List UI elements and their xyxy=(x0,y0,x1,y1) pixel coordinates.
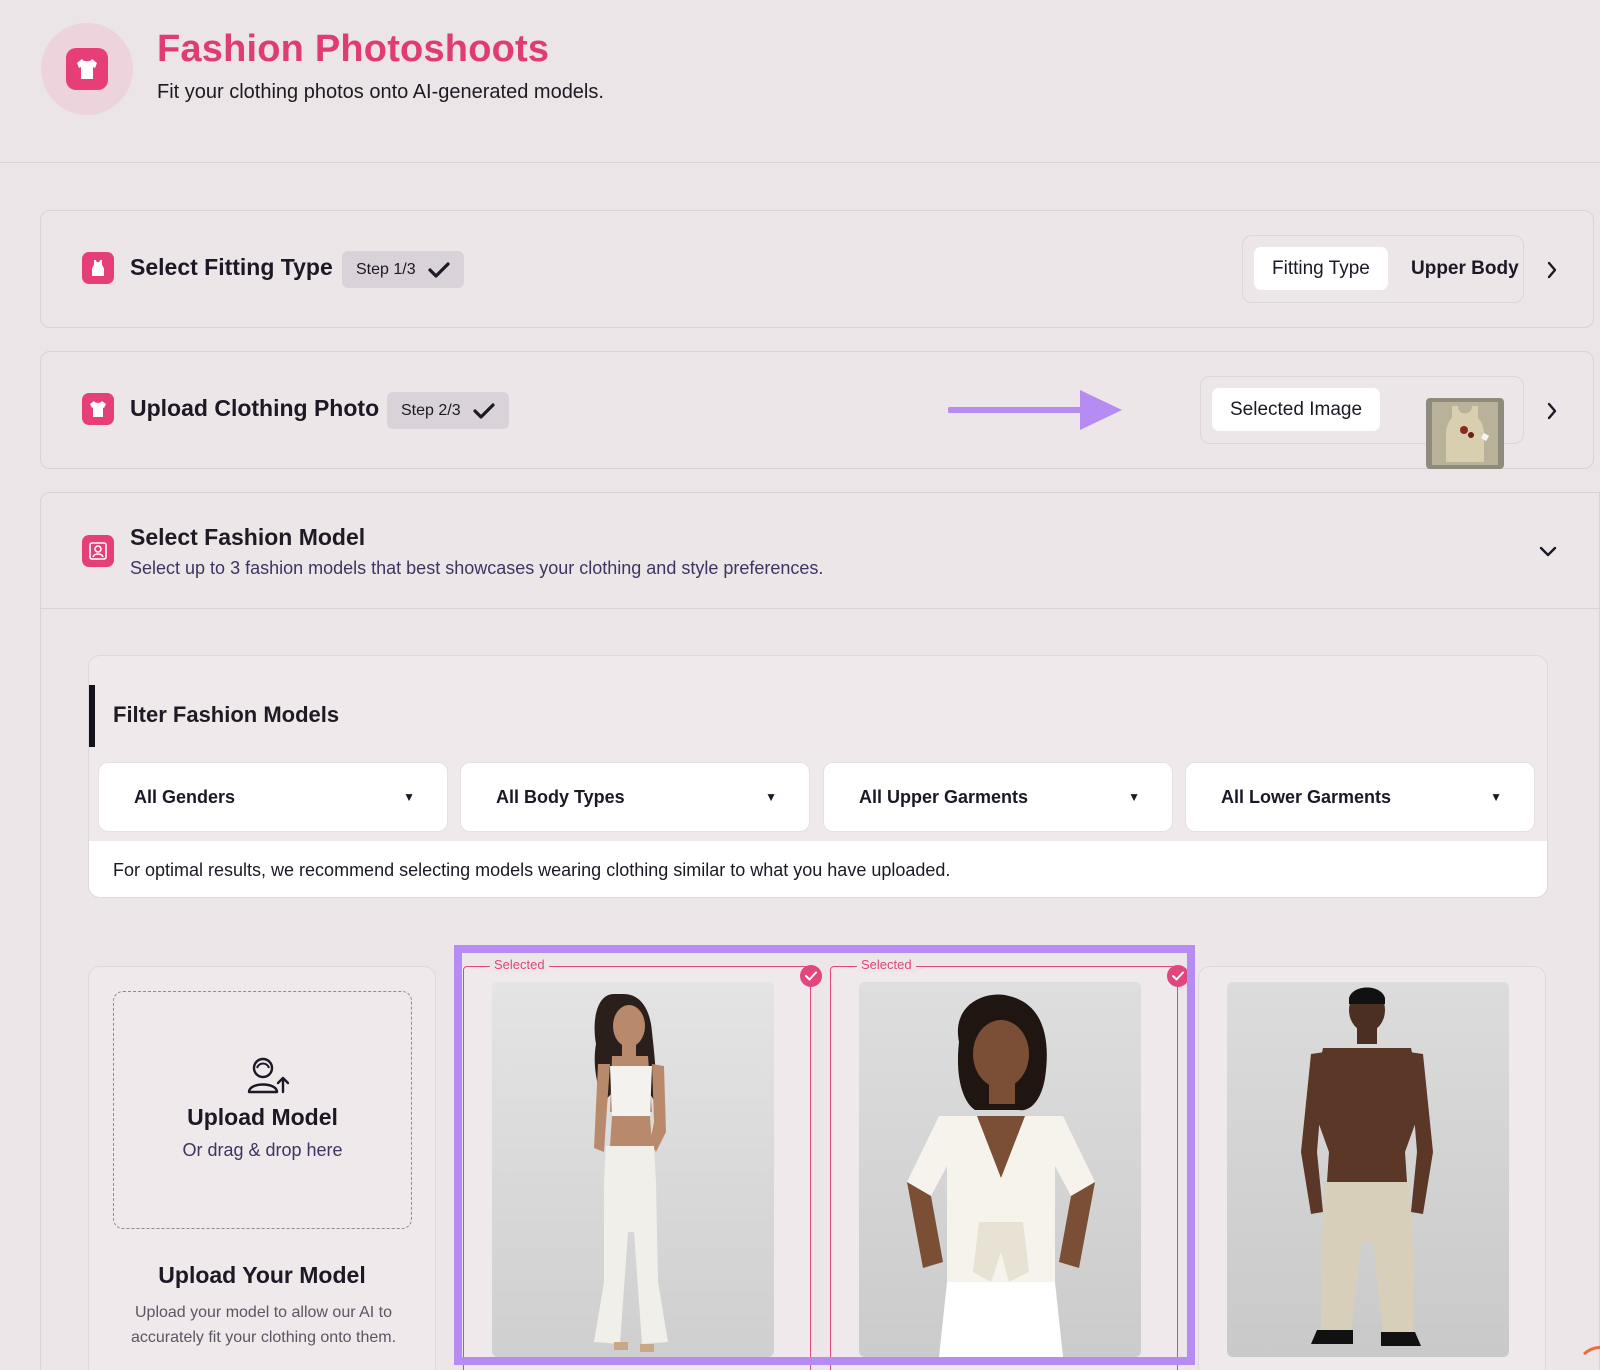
body-type-select[interactable]: All Body Types ▼ xyxy=(460,762,810,832)
selected-label: Selected xyxy=(857,957,916,972)
shirt-icon xyxy=(82,393,114,425)
step-badge-label: Step 2/3 xyxy=(401,401,461,419)
check-icon xyxy=(428,261,450,279)
step-fitting-type[interactable]: Select Fitting Type Step 1/3 Fitting Typ… xyxy=(40,210,1594,328)
clothing-summary: Selected Image xyxy=(1200,376,1524,469)
caret-down-icon: ▼ xyxy=(403,790,415,804)
step-badge: Step 1/3 xyxy=(342,251,464,288)
caret-down-icon: ▼ xyxy=(1128,790,1140,804)
caret-down-icon: ▼ xyxy=(765,790,777,804)
tank-top-icon xyxy=(82,252,114,284)
model-section-header[interactable]: Select Fashion Model Select up to 3 fash… xyxy=(41,493,1600,609)
select-value: All Genders xyxy=(134,786,236,807)
accent-bar xyxy=(89,685,95,747)
chevron-right-icon[interactable] xyxy=(1540,258,1564,282)
summary-value: Upper Body xyxy=(1411,257,1519,279)
step-badge-label: Step 1/3 xyxy=(356,260,416,278)
filter-panel: Filter Fashion Models All Genders ▼ All … xyxy=(88,655,1548,898)
fitting-summary: Fitting Type Upper Body xyxy=(1242,235,1524,303)
check-icon xyxy=(473,402,495,420)
select-value: All Upper Garments xyxy=(859,786,1029,807)
check-circle-icon xyxy=(1167,965,1189,987)
step-title: Upload Clothing Photo xyxy=(130,395,380,421)
upload-drop-zone[interactable]: Upload Model Or drag & drop here xyxy=(113,991,412,1229)
step-badge: Step 2/3 xyxy=(387,392,509,429)
model-photo xyxy=(859,982,1141,1357)
upload-sublabel: Or drag & drop here xyxy=(182,1140,343,1160)
upload-description: Upload your model to allow our AI to acc… xyxy=(130,1304,397,1346)
annotation-arrow xyxy=(948,390,1122,430)
chevron-down-icon[interactable] xyxy=(1536,539,1560,563)
page-subtitle: Fit your clothing photos onto AI-generat… xyxy=(157,81,604,103)
clothing-thumbnail[interactable] xyxy=(1426,398,1504,469)
select-value: All Body Types xyxy=(496,786,625,807)
step-title: Select Fashion Model xyxy=(130,524,366,550)
filter-note: For optimal results, we recommend select… xyxy=(89,841,1547,897)
app-header: Fashion Photoshoots Fit your clothing ph… xyxy=(0,0,1600,163)
app-logo xyxy=(41,23,133,115)
check-circle-icon xyxy=(800,965,822,987)
step-title: Select Fitting Type xyxy=(130,254,333,280)
model-card[interactable]: Selected xyxy=(830,957,1189,1370)
model-photo xyxy=(1227,982,1509,1357)
model-portrait-icon xyxy=(82,535,114,567)
filter-title: Filter Fashion Models xyxy=(113,702,340,727)
chevron-right-icon[interactable] xyxy=(1540,399,1564,423)
gender-select[interactable]: All Genders ▼ xyxy=(98,762,448,832)
summary-label: Selected Image xyxy=(1212,388,1381,431)
shirt-icon xyxy=(66,48,108,90)
upload-heading: Upload Your Model xyxy=(158,1262,366,1288)
model-photo xyxy=(492,982,774,1357)
selected-label: Selected xyxy=(490,957,549,972)
summary-label: Fitting Type xyxy=(1254,247,1388,290)
upload-label: Upload Model xyxy=(187,1104,338,1130)
upper-garment-select[interactable]: All Upper Garments ▼ xyxy=(823,762,1173,832)
model-card[interactable]: Selected xyxy=(463,957,822,1370)
model-card[interactable] xyxy=(1198,966,1546,1370)
caret-down-icon: ▼ xyxy=(1490,790,1502,804)
select-value: All Lower Garments xyxy=(1221,786,1392,807)
upload-person-icon xyxy=(247,1057,289,1094)
step-upload-clothing[interactable]: Upload Clothing Photo Step 2/3 Selected … xyxy=(40,351,1594,469)
page-title: Fashion Photoshoots xyxy=(157,28,550,70)
step-description: Select up to 3 fashion models that best … xyxy=(130,558,824,578)
upload-model-card: Upload Model Or drag & drop here Upload … xyxy=(88,966,436,1370)
lower-garment-select[interactable]: All Lower Garments ▼ xyxy=(1185,762,1535,832)
